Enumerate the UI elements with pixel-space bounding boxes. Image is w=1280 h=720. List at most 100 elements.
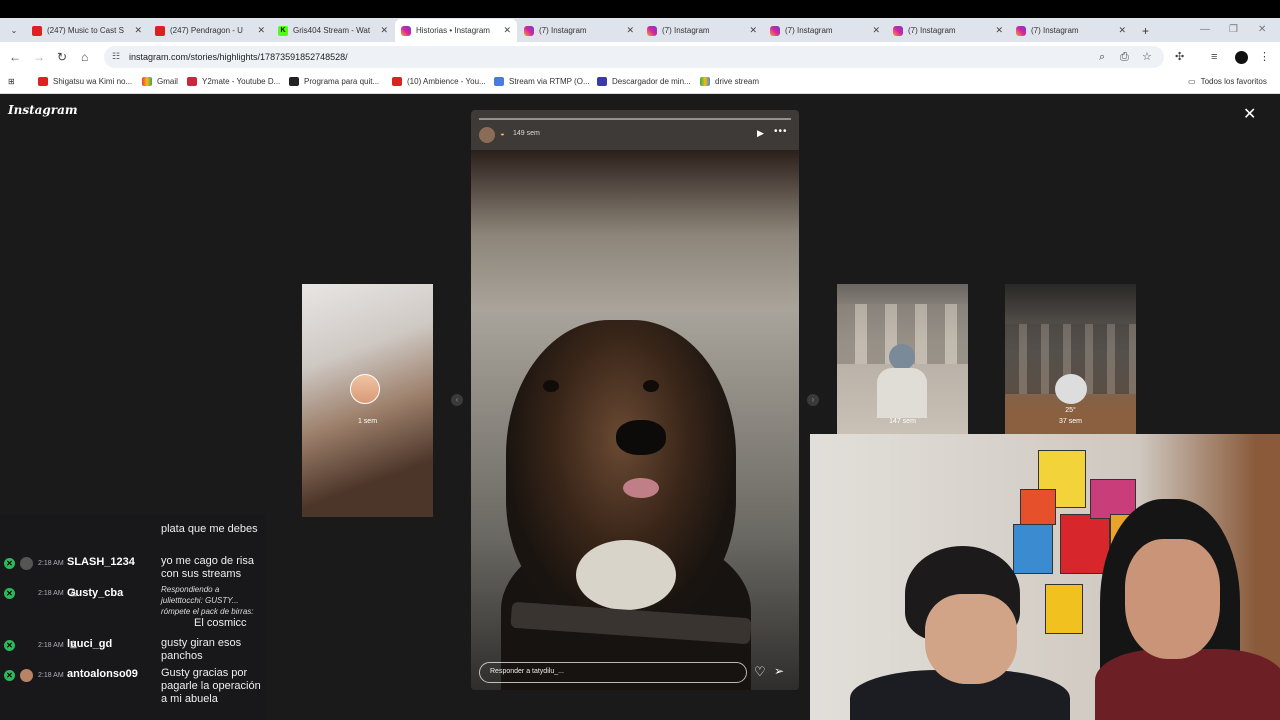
previous-story-arrow[interactable]: ‹	[451, 394, 463, 406]
tab[interactable]: (247) Music to Cast S ✕	[26, 19, 148, 42]
side-story-right-1[interactable]: 147 sem	[837, 284, 968, 434]
back-icon[interactable]: ←	[9, 50, 21, 64]
send-icon[interactable]: ➢	[774, 664, 784, 678]
story-time: 149 sem	[513, 130, 540, 137]
y2mate-icon	[187, 77, 197, 86]
tab-search-button[interactable]: ⌄	[6, 19, 22, 42]
story-person	[877, 368, 927, 418]
extensions-icon[interactable]: ✣	[1175, 50, 1184, 64]
tab[interactable]: (7) Instagram ✕	[1010, 19, 1132, 42]
zoom-icon[interactable]: ⌕	[1099, 50, 1105, 64]
bookmarks-bar: ⊞ Shigatsu wa Kimi no... Gmail Y2mate - …	[0, 72, 1280, 94]
tab[interactable]: (7) Instagram ✕	[518, 19, 640, 42]
side-story-right-2[interactable]: 25° 37 sem	[1005, 284, 1136, 434]
new-tab-button[interactable]: +	[1136, 19, 1152, 42]
chat-username[interactable]: antoalonso09	[67, 668, 138, 680]
site-info-icon[interactable]: ☷	[112, 51, 120, 62]
program-icon	[289, 77, 299, 86]
close-icon[interactable]: ✕	[380, 25, 388, 36]
badge-icon: ✕	[4, 558, 15, 569]
bookmark-label: Stream via RTMP (O...	[509, 77, 590, 86]
play-icon[interactable]: ▶	[757, 128, 764, 139]
star-icon[interactable]: ☆	[1142, 50, 1152, 64]
instagram-icon	[1016, 25, 1026, 36]
restore-icon[interactable]: ❐	[1229, 18, 1238, 42]
bookmark-item[interactable]: drive stream	[700, 77, 759, 86]
tab-title: (247) Pendragon - U	[170, 26, 243, 35]
dog-nose	[616, 420, 666, 455]
bookmark-label: Gmail	[157, 77, 178, 86]
bookmark-item[interactable]: Descargador de min...	[597, 77, 691, 86]
minimize-icon[interactable]: —	[1200, 18, 1210, 42]
instagram-icon	[524, 25, 534, 36]
bookmark-item[interactable]: Gmail	[142, 77, 178, 86]
reload-icon[interactable]: ↻	[57, 50, 67, 64]
install-app-icon[interactable]: ⎙	[1120, 50, 1129, 64]
close-icon[interactable]: ✕	[1243, 104, 1256, 124]
forward-icon[interactable]: →	[33, 50, 45, 64]
streamer-2-body	[1095, 649, 1280, 720]
tab[interactable]: (7) Instagram ✕	[887, 19, 1009, 42]
tab-strip: ⌄ (247) Music to Cast S ✕ (247) Pendragon…	[0, 18, 1280, 42]
address-bar[interactable]: ☷ instagram.com/stories/highlights/17873…	[104, 46, 1164, 68]
tab[interactable]: (247) Pendragon - U ✕	[149, 19, 271, 42]
chat-reply-context: Respondiendo a julietttocchi: GUSTY... r…	[161, 585, 254, 616]
reply-placeholder: Responder a tatydilu_...	[490, 668, 564, 675]
chat-text: yo me cago de risa con sus streams	[161, 555, 254, 580]
bookmark-item[interactable]: Shigatsu wa Kimi no...	[38, 77, 132, 86]
media-control-icon[interactable]: ≡	[1211, 50, 1217, 64]
tab[interactable]: K Gris404 Stream - Wat ✕	[272, 19, 394, 42]
tab-title: Historias • Instagram	[416, 26, 490, 35]
address-bar-row: ← → ↻ ⌂ ☷ instagram.com/stories/highligh…	[0, 42, 1280, 72]
close-icon[interactable]: ✕	[872, 25, 880, 36]
tab-title: (7) Instagram	[785, 26, 833, 35]
chat-message: ✕ ♙ 2:18 AM luuci_gd gusty giran esos pa…	[0, 637, 265, 667]
chat-username[interactable]: Gusty_cba	[67, 587, 123, 599]
bookmark-item[interactable]: Y2mate - Youtube D...	[187, 77, 280, 86]
dog-eye	[543, 380, 559, 392]
url-text: instagram.com/stories/highlights/1787359…	[129, 52, 348, 62]
chat-text: Gusty gracias por pagarle la operación a…	[161, 667, 261, 705]
tab-active[interactable]: Historias • Instagram ✕	[395, 19, 517, 42]
bookmark-item[interactable]: (10) Ambience - You...	[392, 77, 486, 86]
tab[interactable]: (7) Instagram ✕	[764, 19, 886, 42]
home-icon[interactable]: ⌂	[81, 50, 88, 64]
close-icon[interactable]: ✕	[626, 25, 634, 36]
story-time: 37 sem	[1059, 418, 1082, 425]
next-story-arrow[interactable]: ›	[807, 394, 819, 406]
wall-poster	[1045, 584, 1083, 634]
apps-icon[interactable]: ⊞	[8, 77, 15, 86]
close-window-icon[interactable]: ✕	[1258, 18, 1266, 42]
heart-icon[interactable]: ♡	[754, 664, 766, 680]
downloader-icon	[597, 77, 607, 86]
stream-chat-overlay: plata que me debes ✕ 2:18 AM SLASH_1234 …	[0, 515, 265, 720]
profile-avatar[interactable]	[1235, 51, 1248, 64]
story-user-avatar[interactable]	[479, 127, 495, 143]
instagram-logo[interactable]: Instagram	[8, 103, 78, 117]
bookmark-item[interactable]: Programa para quit...	[289, 77, 379, 86]
close-icon[interactable]: ✕	[1118, 25, 1126, 36]
close-icon[interactable]: ✕	[995, 25, 1003, 36]
more-options-icon[interactable]: •••	[774, 126, 788, 137]
reply-input[interactable]: Responder a tatydilu_...	[479, 662, 747, 683]
gmail-icon	[142, 77, 152, 86]
menu-icon[interactable]: ⋮	[1259, 50, 1270, 64]
drive-icon	[700, 77, 710, 86]
chat-message: ✕ 2:18 AM antoalonso09 Gusty gracias por…	[0, 667, 265, 720]
dog-tongue	[623, 478, 659, 498]
chat-username[interactable]: luuci_gd	[67, 638, 112, 650]
all-favorites[interactable]: ▭ Todos los favoritos	[1188, 77, 1267, 86]
streamer-2-face	[1125, 539, 1220, 659]
close-icon[interactable]: ✕	[257, 25, 265, 36]
badge-icon: ✕	[4, 588, 15, 599]
story-temp: 25°	[1065, 407, 1076, 414]
close-icon[interactable]: ✕	[503, 25, 511, 36]
chat-message: ✕ ♙ 2:18 AM Gusty_cba Respondiendo a jul…	[0, 585, 265, 637]
side-story-left[interactable]: 1 sem	[302, 284, 433, 517]
close-icon[interactable]: ✕	[134, 25, 142, 36]
bookmark-item[interactable]: Stream via RTMP (O...	[494, 77, 590, 86]
close-icon[interactable]: ✕	[749, 25, 757, 36]
tab[interactable]: (7) Instagram ✕	[641, 19, 763, 42]
stream-icon	[494, 77, 504, 86]
chat-username[interactable]: SLASH_1234	[67, 556, 135, 568]
